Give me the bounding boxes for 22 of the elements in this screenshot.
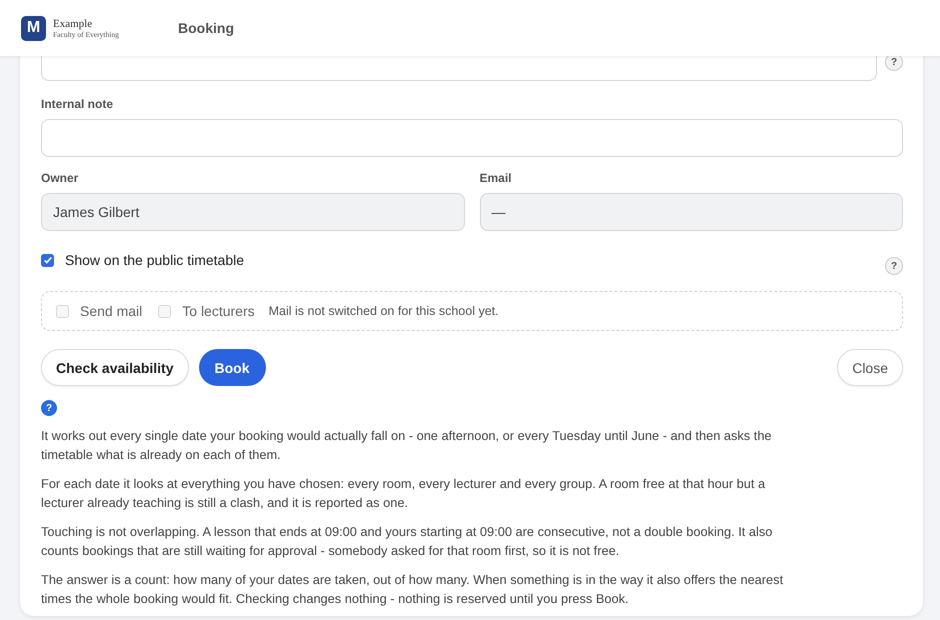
button[interactable]: Close bbox=[837, 349, 903, 386]
help-icon[interactable]: ? bbox=[885, 257, 903, 275]
page-title: Booking bbox=[178, 20, 234, 36]
checkbox-label: To lecturers bbox=[182, 303, 255, 319]
checkbox[interactable] bbox=[41, 254, 54, 266]
logo-icon: M bbox=[21, 16, 46, 40]
info-paragraph: Touching is not overlapping. A lesson that ends at 09:00 and yours starting at 09:00 are consecutive, not a double booking. It also counts bookings that are still waiting for approval - somebody asked for that room first, so it is not free. bbox=[41, 523, 774, 560]
button[interactable]: Check availability bbox=[41, 349, 189, 386]
checkbox-label: Show on the public timetable bbox=[65, 252, 244, 268]
info-paragraph: The answer is a count: how many of your dates are taken, out of how many. When something is in the way it also offers the nearest times the whole booking would fit. Checking changes nothing - nothing is reserved until you press Book. bbox=[41, 571, 784, 608]
help-icon[interactable]: ? bbox=[885, 56, 903, 71]
input-field[interactable] bbox=[41, 119, 903, 157]
button[interactable]: Book bbox=[198, 349, 266, 386]
brand-name: Example bbox=[53, 18, 94, 30]
info-paragraph: It works out every single date your booking would actually fall on - one afternoon, or every Tuesday until June - and then asks the timetable what is already on each of them. bbox=[41, 427, 773, 464]
info-paragraph: For each date it looks at everything you have chosen: every room, every lecturer and every group. A room free at that hour but a lecturer already teaching is still a clash, and it is reported as one. bbox=[41, 475, 766, 512]
checkbox-label: Send mail bbox=[80, 303, 142, 319]
field-label: Email bbox=[480, 171, 513, 185]
field-label: Owner bbox=[41, 171, 80, 185]
help-icon[interactable]: ? bbox=[41, 400, 57, 416]
mail-note: Mail is not switched on for this school yet. bbox=[268, 304, 499, 318]
field-label: Internal note bbox=[41, 97, 114, 111]
